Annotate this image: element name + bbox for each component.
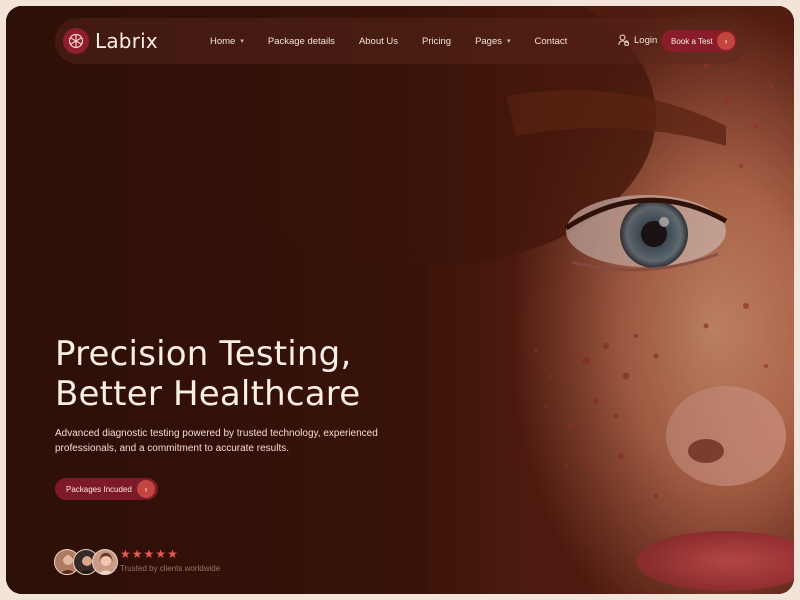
- arrow-right-icon: ›: [717, 32, 735, 50]
- book-a-test-button[interactable]: Book a Test ›: [661, 30, 737, 52]
- nav-item-pricing[interactable]: Pricing: [422, 36, 451, 47]
- nav-item-label: Package details: [267, 35, 335, 47]
- star-icon: ★: [167, 547, 178, 561]
- star-icon: ★: [155, 547, 167, 561]
- hero-background-image: [6, 6, 794, 594]
- nav-item-label: Home: [210, 35, 236, 47]
- avatar: [92, 549, 118, 575]
- lock-user-icon: [618, 34, 629, 46]
- nav-item-label: Pricing: [422, 35, 452, 47]
- top-navbar: Labrix Home ▾ Package details About Us P…: [55, 18, 747, 64]
- hero-title-line-2: Better Healthcare: [55, 374, 361, 414]
- brand-name: Labrix: [95, 29, 158, 53]
- login-label: Login: [634, 34, 658, 46]
- star-icon: ★: [143, 547, 155, 561]
- hero-title: Precision Testing, Better Healthcare: [55, 334, 455, 414]
- hero-title-line-1: Precision Testing,: [55, 334, 352, 374]
- nav-item-contact[interactable]: Contact: [535, 36, 568, 47]
- nav-item-label: About Us: [358, 35, 399, 47]
- login-link[interactable]: Login: [618, 34, 657, 46]
- nav-item-label: Contact: [534, 35, 568, 47]
- hero-section: Labrix Home ▾ Package details About Us P…: [6, 6, 794, 594]
- nav-item-package-details[interactable]: Package details: [268, 36, 335, 47]
- chevron-down-icon: ▾: [240, 38, 244, 45]
- packages-button-label: Packages Incuded: [66, 484, 132, 494]
- star-icon: ★: [131, 547, 143, 561]
- rating-stars: ★ ★ ★ ★ ★: [120, 548, 179, 561]
- nav-item-home[interactable]: Home ▾: [210, 36, 244, 47]
- nav-item-pages[interactable]: Pages ▾: [475, 36, 510, 47]
- logo-icon: [63, 28, 89, 54]
- chevron-down-icon: ▾: [507, 38, 511, 45]
- book-a-test-label: Book a Test: [671, 36, 713, 46]
- nav-item-label: Pages: [475, 35, 502, 47]
- arrow-right-icon: ›: [137, 480, 155, 498]
- trust-text: Trusted by clients worldwide: [120, 564, 221, 573]
- main-menu: Home ▾ Package details About Us Pricing …: [210, 18, 591, 64]
- brand-logo[interactable]: Labrix: [63, 28, 158, 54]
- star-icon: ★: [120, 547, 131, 561]
- nav-item-about-us[interactable]: About Us: [359, 36, 398, 47]
- packages-included-button[interactable]: Packages Incuded ›: [55, 478, 158, 500]
- hero-description: Advanced diagnostic testing powered by t…: [55, 428, 378, 454]
